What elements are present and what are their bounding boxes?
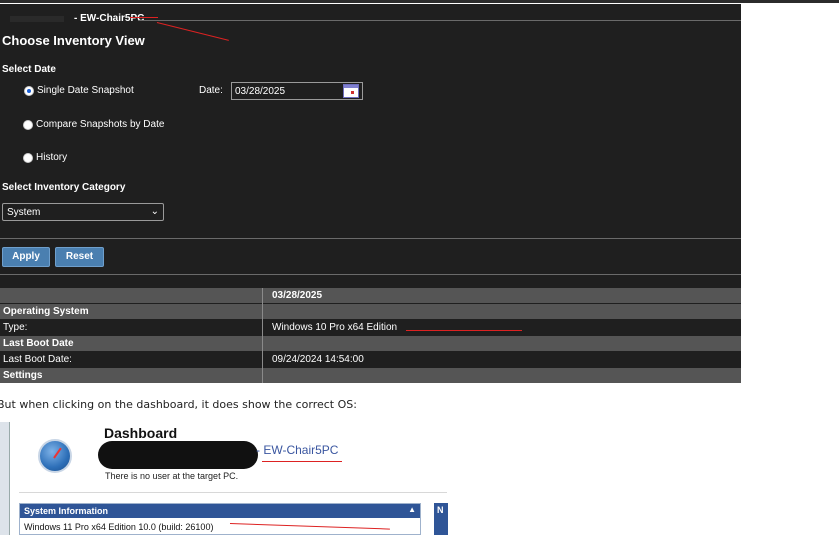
dashboard-pc-name[interactable]: - EW-Chair5PC (256, 443, 338, 457)
dashboard-screenshot: Dashboard - EW-Chair5PC There is no user… (0, 422, 839, 535)
radio-label: Compare Snapshots by Date (36, 119, 165, 130)
os-value: Windows 11 Pro x64 Edition 10.0 (build: … (24, 522, 214, 532)
collapse-arrow-icon[interactable]: ▲ (408, 505, 416, 514)
table-cell: Last Boot Date (3, 338, 74, 349)
calendar-icon[interactable] (343, 84, 359, 98)
annotation-stroke (156, 22, 229, 41)
radio-label: History (36, 152, 68, 163)
divider (0, 238, 741, 239)
table-header-row: 03/28/2025 (0, 288, 741, 303)
table-row: Settings (0, 368, 741, 383)
pc-name: - EW-Chair5PC (74, 13, 145, 24)
page-title: Choose Inventory View (2, 33, 145, 48)
radio-button[interactable] (23, 119, 33, 130)
table-cell: Windows 10 Pro x64 Edition (272, 322, 398, 333)
system-information-header[interactable]: System Information ▲ (20, 504, 420, 518)
chevron-down-icon: ⌄ (150, 206, 159, 217)
table-row: Last Boot Date: 09/24/2024 14:54:00 (0, 352, 741, 367)
category-select[interactable]: System ⌄ (2, 203, 164, 221)
radio-button[interactable] (23, 152, 33, 163)
category-select-value: System (7, 207, 41, 218)
dashboard-subtitle: There is no user at the target PC. (105, 471, 239, 481)
apply-button[interactable]: Apply (2, 247, 50, 267)
annotation-underline (406, 330, 522, 331)
divider (19, 492, 447, 493)
table-cell: Last Boot Date: (3, 354, 72, 365)
annotation-underline (130, 17, 158, 18)
sidebar-strip (0, 422, 10, 535)
table-cell: 09/24/2024 14:54:00 (272, 354, 364, 365)
table-cell: Type: (3, 322, 28, 333)
dashboard-title: Dashboard (104, 425, 178, 441)
reset-button[interactable]: Reset (55, 247, 104, 267)
table-row: Type: Windows 10 Pro x64 Edition (0, 320, 741, 335)
radio-compare-snapshots[interactable]: Compare Snapshots by Date (23, 119, 164, 130)
side-panel-header: N (434, 503, 448, 535)
radio-single-date[interactable]: Single Date Snapshot (24, 85, 134, 96)
date-label: Date: (199, 85, 223, 96)
select-date-label: Select Date (2, 64, 56, 75)
table-header-date: 03/28/2025 (272, 290, 323, 301)
inventory-panel: - EW-Chair5PC Choose Inventory View Sele… (0, 4, 741, 383)
table-row: Operating System (0, 304, 741, 319)
redacted-name (10, 16, 64, 22)
column-separator (262, 288, 263, 383)
table-row: Last Boot Date (0, 336, 741, 351)
divider (138, 20, 741, 21)
table-cell: Settings (3, 370, 43, 381)
forum-note-text: But when clicking on the dashboard, it d… (0, 398, 357, 411)
system-information-title: System Information (24, 506, 109, 516)
top-border (0, 0, 839, 3)
table-cell: Operating System (3, 306, 89, 317)
radio-button[interactable] (24, 85, 34, 96)
redaction-mark (98, 441, 258, 469)
divider (0, 274, 741, 275)
system-information-panel: System Information ▲ Windows 11 Pro x64 … (19, 503, 421, 535)
category-label: Select Inventory Category (2, 182, 126, 193)
radio-label: Single Date Snapshot (37, 85, 134, 96)
side-panel-letter: N (437, 505, 444, 515)
radio-history[interactable]: History (23, 152, 67, 163)
annotation-underline (262, 461, 342, 462)
